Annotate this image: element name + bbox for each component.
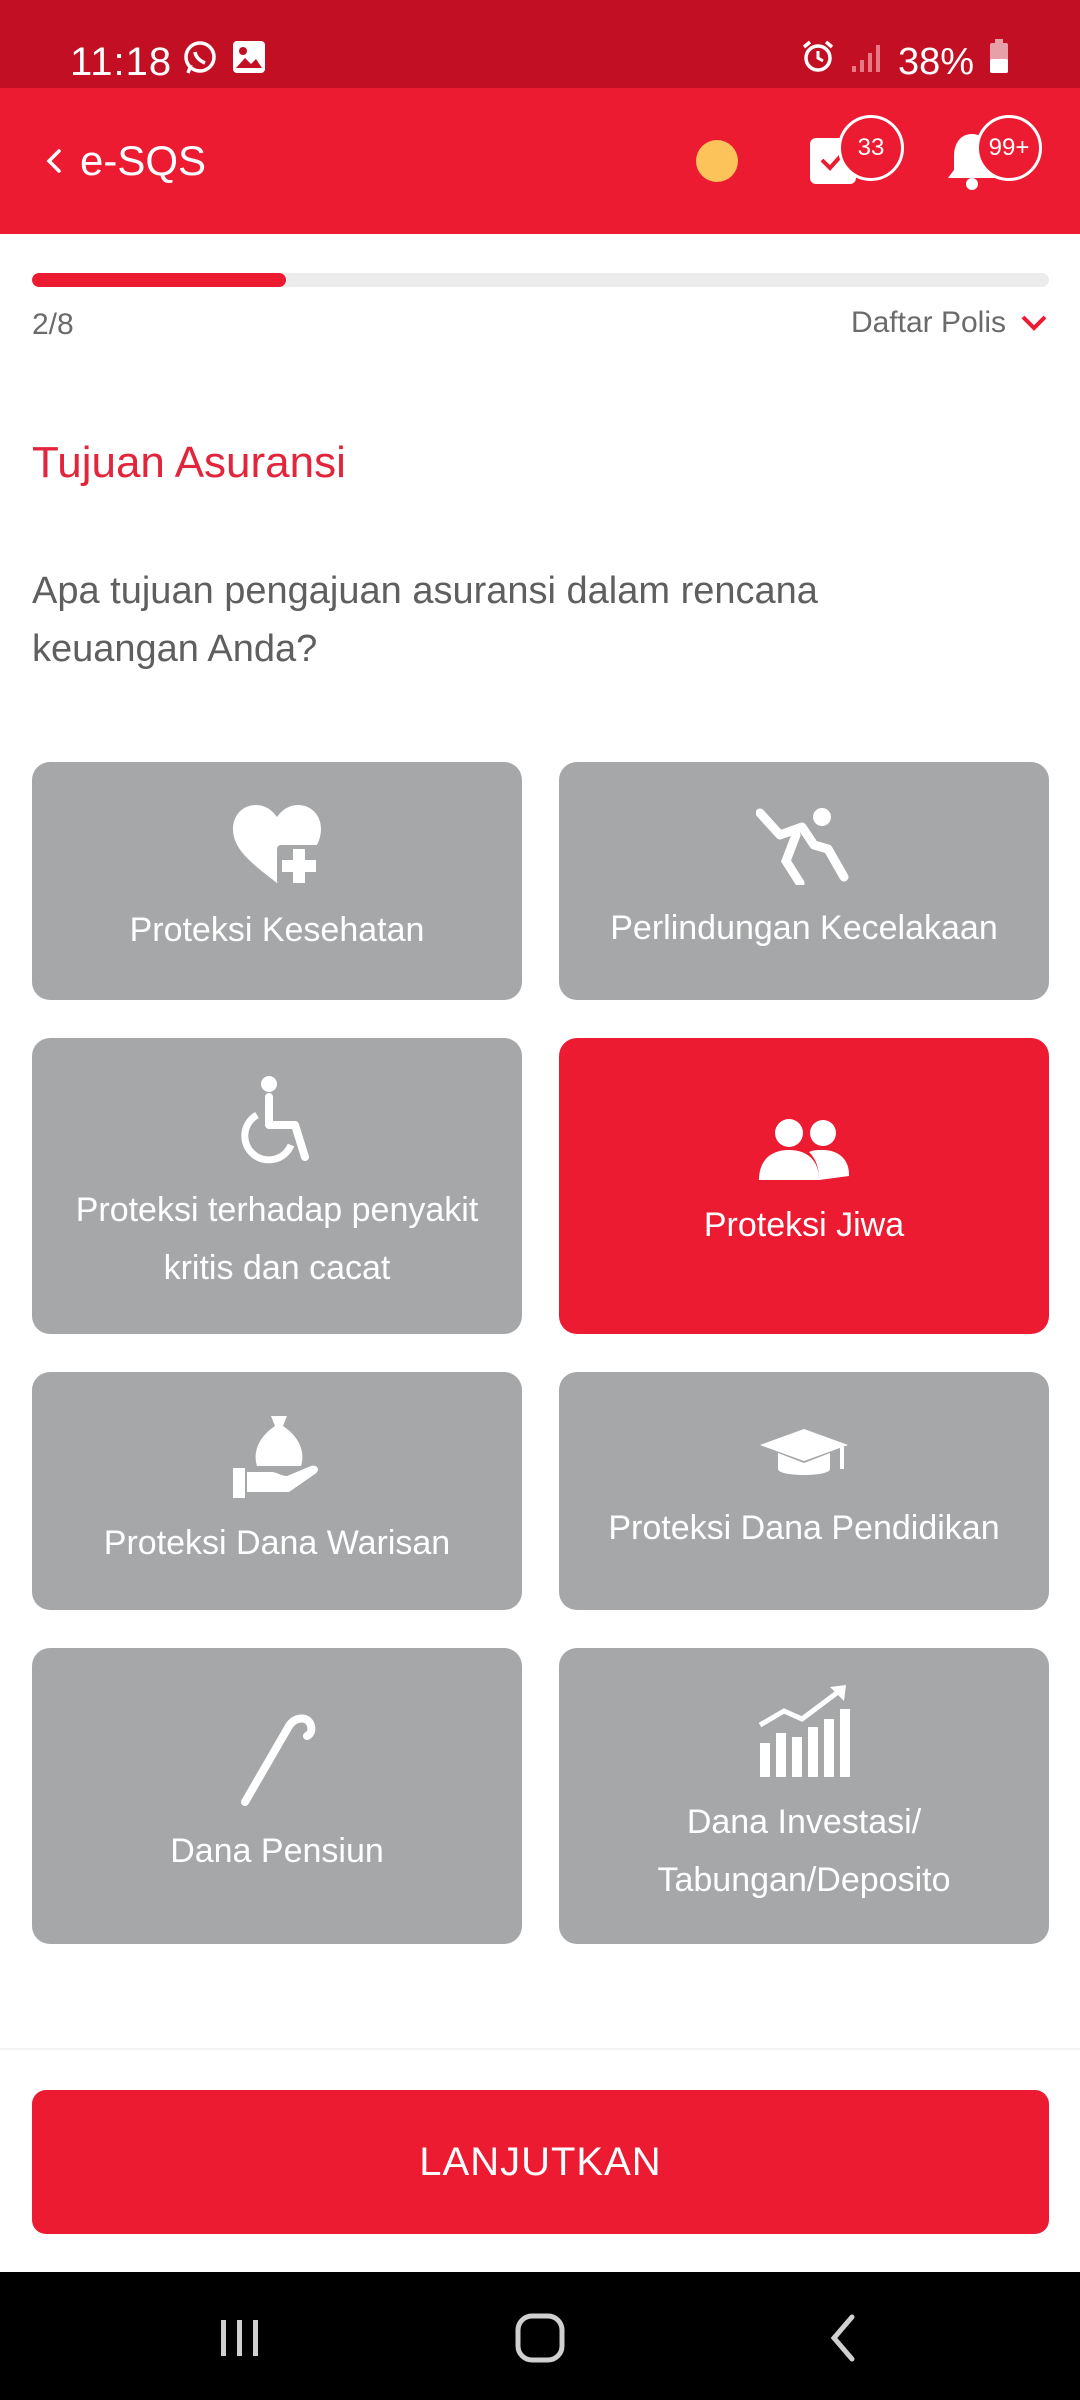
battery-percent: 38% — [897, 41, 974, 83]
notification-count-badge: 99+ — [976, 115, 1042, 181]
gallery-icon — [232, 40, 266, 81]
alarm-icon — [800, 38, 836, 86]
whatsapp-icon — [182, 40, 218, 81]
option-label: Dana Investasi/ Tabungan/Deposito — [657, 1803, 951, 1899]
chevron-left-icon — [46, 149, 61, 173]
step-indicator: 2/8 — [32, 308, 74, 341]
divider — [0, 2048, 1080, 2050]
task-count-badge: 33 — [838, 115, 904, 181]
recent-apps-icon — [221, 2320, 258, 2356]
policy-toggle-label: Daftar Polis — [850, 306, 1006, 339]
signal-icon — [850, 38, 884, 86]
app-bar: e-SQS 33 99+ — [0, 88, 1080, 234]
progress-fill — [32, 273, 287, 287]
graduation-cap-icon — [760, 1429, 848, 1475]
heart-plus-icon — [233, 805, 321, 885]
status-time: 11:18 — [70, 40, 173, 84]
option-critical-illness-protection[interactable]: Proteksi terhadap penyakit kritis dan ca… — [32, 1038, 522, 1334]
back-arrow-icon — [830, 2314, 855, 2362]
option-accident-protection[interactable]: Perlindungan Kecelakaan — [559, 762, 1049, 1000]
chevron-down-icon — [1021, 315, 1047, 331]
back-nav-button[interactable] — [804, 2298, 884, 2378]
option-life-protection[interactable]: Proteksi Jiwa — [559, 1038, 1049, 1334]
progress-bar — [32, 273, 1049, 287]
home-button[interactable] — [500, 2298, 580, 2378]
option-label: Dana Pensiun — [170, 1832, 384, 1870]
system-nav-bar — [0, 2272, 1080, 2400]
option-label: Perlindungan Kecelakaan — [610, 909, 998, 947]
option-inheritance-protection[interactable]: Proteksi Dana Warisan — [32, 1372, 522, 1610]
option-label: Proteksi terhadap penyakit kritis dan ca… — [75, 1191, 479, 1287]
people-icon — [759, 1119, 849, 1180]
growth-chart-icon — [758, 1685, 850, 1777]
status-bar: 11:18 38% — [0, 0, 1080, 88]
option-investment-fund[interactable]: Dana Investasi/ Tabungan/Deposito — [559, 1648, 1049, 1944]
battery-icon — [988, 38, 1010, 86]
question-text: Apa tujuan pengajuan asuransi dalam renc… — [32, 570, 818, 670]
section-title: Tujuan Asuransi — [32, 438, 346, 487]
walking-cane-icon — [241, 1714, 316, 1806]
continue-button[interactable]: LANJUTKAN — [32, 2090, 1049, 2234]
money-bag-hand-icon — [233, 1416, 318, 1498]
app-title: e-SQS — [80, 137, 207, 184]
option-label: Proteksi Kesehatan — [129, 911, 425, 949]
falling-person-icon — [756, 808, 849, 885]
option-label: Proteksi Dana Warisan — [103, 1524, 451, 1562]
home-icon — [515, 2313, 565, 2363]
wheelchair-icon — [241, 1076, 309, 1164]
option-pension-fund[interactable]: Dana Pensiun — [32, 1648, 522, 1944]
option-education-protection[interactable]: Proteksi Dana Pendidikan — [559, 1372, 1049, 1610]
option-label: Proteksi Jiwa — [703, 1206, 905, 1244]
recent-apps-button[interactable] — [200, 2298, 280, 2378]
status-dot — [696, 140, 738, 182]
option-health-protection[interactable]: Proteksi Kesehatan — [32, 762, 522, 1000]
policy-list-toggle[interactable]: Daftar Polis — [851, 306, 1048, 340]
option-label: Proteksi Dana Pendidikan — [608, 1509, 1000, 1547]
